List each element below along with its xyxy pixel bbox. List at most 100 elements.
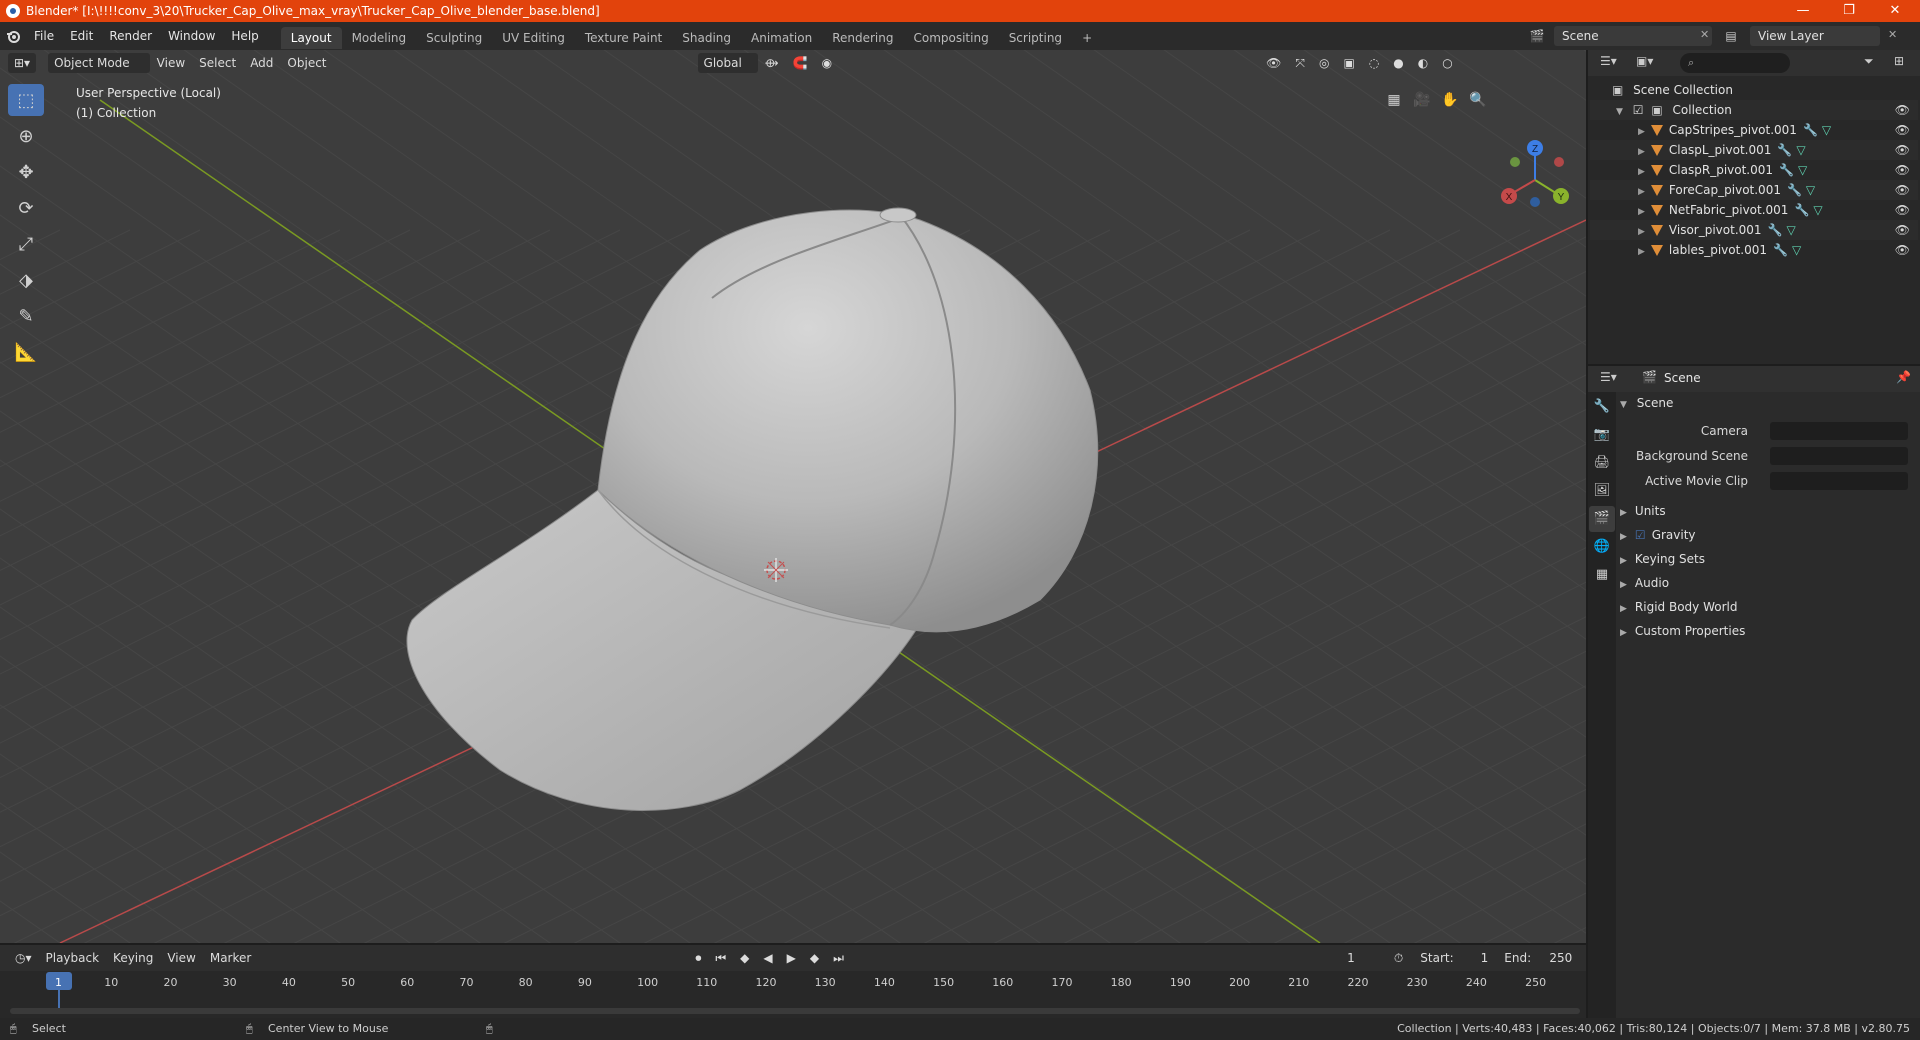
- tab-layout[interactable]: Layout: [280, 27, 342, 49]
- panel-expand-icon[interactable]: ▶: [1620, 580, 1627, 590]
- play-reverse-icon[interactable]: ◀: [756, 948, 779, 968]
- camera-field[interactable]: [1770, 422, 1908, 440]
- transform-orientation[interactable]: Global: [697, 53, 758, 73]
- expand-icon[interactable]: ▶: [1638, 207, 1645, 217]
- object-visibility-icon[interactable]: 👁: [1895, 240, 1910, 260]
- modifier-icon[interactable]: 🔧: [1779, 163, 1794, 177]
- modifier-icon[interactable]: 🔧: [1803, 123, 1818, 137]
- 3d-viewport[interactable]: Z Y X: [0, 50, 1586, 943]
- select-box-tool-icon[interactable]: ⬚: [8, 84, 44, 116]
- visibility-icon[interactable]: 👁: [1259, 53, 1288, 73]
- jump-end-icon[interactable]: ⏭: [826, 948, 851, 968]
- outliner-row-object[interactable]: ▶ lables_pivot.001 🔧 ▽ 👁: [1590, 240, 1918, 260]
- outliner-search-input[interactable]: ⌕: [1680, 53, 1790, 73]
- outliner-editor-type-icon[interactable]: ☰▾: [1600, 54, 1617, 68]
- outliner-row-scene-collection[interactable]: ▣ Scene Collection: [1590, 80, 1918, 100]
- menu-file[interactable]: File: [26, 22, 62, 50]
- toggle-camera-ortho-icon[interactable]: ▦: [1380, 88, 1408, 112]
- modifier-icon[interactable]: 🔧: [1777, 143, 1792, 157]
- view-layer-close-icon[interactable]: ✕: [1888, 28, 1897, 41]
- panel-expand-icon[interactable]: ▶: [1620, 508, 1627, 518]
- scene-tab-icon[interactable]: 🎬: [1589, 506, 1615, 532]
- rigid-body-world-panel-header[interactable]: ▶ Rigid Body World: [1620, 596, 1918, 618]
- tool-tab-icon[interactable]: 🔧: [1589, 394, 1615, 420]
- close-button[interactable]: ✕: [1872, 0, 1918, 22]
- modifier-icon[interactable]: 🔧: [1794, 203, 1809, 217]
- outliner-row-object[interactable]: ▶ ClaspR_pivot.001 🔧 ▽ 👁: [1590, 160, 1918, 180]
- annotate-tool-icon[interactable]: ✎: [8, 300, 44, 332]
- add-workspace-button[interactable]: +: [1072, 27, 1102, 49]
- object-visibility-icon[interactable]: 👁: [1895, 220, 1910, 240]
- navigation-gizmo[interactable]: Z Y X: [1501, 140, 1569, 207]
- menu-help[interactable]: Help: [223, 22, 266, 50]
- mesh-data-icon[interactable]: ▽: [1813, 203, 1822, 217]
- tab-compositing[interactable]: Compositing: [903, 27, 998, 49]
- tab-shading[interactable]: Shading: [672, 27, 741, 49]
- preview-range-icon[interactable]: ⏱: [1387, 948, 1410, 968]
- background-scene-field[interactable]: [1770, 447, 1908, 465]
- menu-keying[interactable]: Keying: [106, 948, 160, 968]
- menu-view[interactable]: View: [150, 53, 192, 73]
- gizmo-toggle-icon[interactable]: ⤧: [1288, 53, 1312, 73]
- menu-playback[interactable]: Playback: [39, 948, 107, 968]
- menu-window[interactable]: Window: [160, 22, 223, 50]
- material-shading-icon[interactable]: ◐: [1411, 53, 1435, 73]
- current-frame-field[interactable]: 1: [1314, 948, 1387, 968]
- timeline-editor-type-icon[interactable]: ◷▾: [8, 948, 39, 968]
- new-collection-icon[interactable]: ⊞: [1894, 54, 1904, 68]
- gravity-checkbox[interactable]: ☑: [1635, 528, 1646, 542]
- pin-icon[interactable]: 📌: [1896, 370, 1911, 384]
- panel-expand-icon[interactable]: ▶: [1620, 532, 1627, 542]
- outliner-row-object[interactable]: ▶ NetFabric_pivot.001 🔧 ▽ 👁: [1590, 200, 1918, 220]
- active-movie-clip-field[interactable]: [1770, 472, 1908, 490]
- scale-tool-icon[interactable]: ⤢: [8, 228, 44, 260]
- object-visibility-icon[interactable]: 👁: [1895, 120, 1910, 140]
- expand-icon[interactable]: ▶: [1638, 187, 1645, 197]
- object-visibility-icon[interactable]: 👁: [1895, 140, 1910, 160]
- tab-rendering[interactable]: Rendering: [822, 27, 903, 49]
- expand-icon[interactable]: ▶: [1638, 227, 1645, 237]
- rotate-tool-icon[interactable]: ⟳: [8, 192, 44, 224]
- modifier-icon[interactable]: 🔧: [1768, 223, 1783, 237]
- rendered-shading-icon[interactable]: ○: [1435, 53, 1459, 73]
- mesh-data-icon[interactable]: ▽: [1798, 163, 1807, 177]
- properties-editor-type-icon[interactable]: ☰▾: [1600, 370, 1617, 384]
- menu-select[interactable]: Select: [192, 53, 243, 73]
- minimize-button[interactable]: —: [1780, 0, 1826, 22]
- zoom-view-icon[interactable]: 🔍: [1464, 88, 1492, 112]
- menu-timeline-view[interactable]: View: [160, 948, 202, 968]
- expand-icon[interactable]: ▶: [1638, 167, 1645, 177]
- view-layer-tab-icon[interactable]: 🖼: [1589, 478, 1615, 504]
- tab-texture-paint[interactable]: Texture Paint: [575, 27, 672, 49]
- mesh-data-icon[interactable]: ▽: [1796, 143, 1805, 157]
- overlay-toggle-icon[interactable]: ◎: [1312, 53, 1336, 73]
- measure-tool-icon[interactable]: 📐: [8, 336, 44, 368]
- cursor-tool-icon[interactable]: ⊕: [8, 120, 44, 152]
- outliner-filter-icon[interactable]: ⏷: [1864, 54, 1874, 69]
- expand-icon[interactable]: ▶: [1638, 247, 1645, 257]
- scene-panel-header[interactable]: ▼ Scene: [1620, 392, 1918, 414]
- scene-browse-icon[interactable]: 🎬: [1526, 26, 1548, 46]
- panel-collapse-icon[interactable]: ▼: [1620, 400, 1627, 410]
- object-visibility-icon[interactable]: 👁: [1895, 200, 1910, 220]
- outliner-row-object[interactable]: ▶ Visor_pivot.001 🔧 ▽ 👁: [1590, 220, 1918, 240]
- end-frame-field[interactable]: End: 250: [1498, 948, 1579, 968]
- outliner-display-mode-icon[interactable]: ▣▾: [1636, 54, 1653, 68]
- mesh-data-icon[interactable]: ▽: [1787, 223, 1796, 237]
- maximize-button[interactable]: ❐: [1826, 0, 1872, 22]
- transform-tool-icon[interactable]: ⬗: [8, 264, 44, 296]
- pan-view-hand-icon[interactable]: ✋: [1436, 88, 1464, 112]
- menu-object[interactable]: Object: [280, 53, 333, 73]
- tab-sculpting[interactable]: Sculpting: [416, 27, 492, 49]
- object-visibility-icon[interactable]: 👁: [1895, 180, 1910, 200]
- xray-toggle-icon[interactable]: ▣: [1336, 53, 1361, 73]
- collection-expand-icon[interactable]: ▼: [1616, 107, 1623, 117]
- scene-selector[interactable]: Scene: [1554, 26, 1712, 46]
- modifier-icon[interactable]: 🔧: [1773, 243, 1788, 257]
- tab-uv-editing[interactable]: UV Editing: [492, 27, 575, 49]
- mesh-data-icon[interactable]: ▽: [1792, 243, 1801, 257]
- tab-modeling[interactable]: Modeling: [342, 27, 417, 49]
- menu-edit[interactable]: Edit: [62, 22, 101, 50]
- gizmo-neg-z-handle[interactable]: [1530, 197, 1540, 207]
- snap-icon[interactable]: 🧲: [786, 53, 815, 73]
